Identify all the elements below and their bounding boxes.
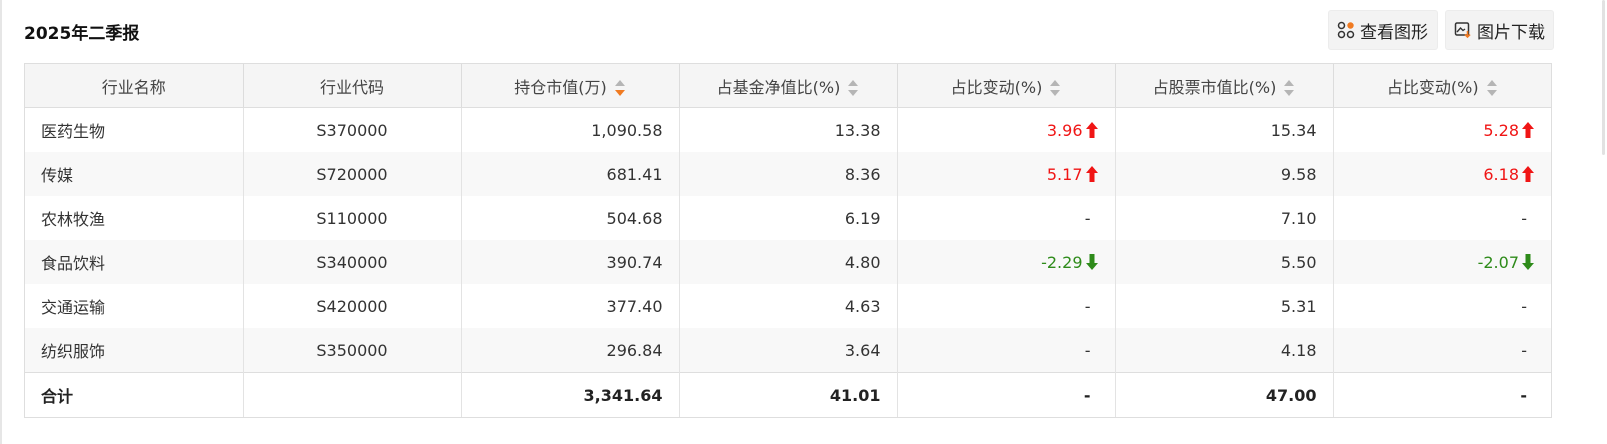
header-industry-name: 行业名称: [25, 64, 243, 108]
view-chart-button[interactable]: 查看图形: [1328, 10, 1438, 50]
left-border: [0, 0, 2, 444]
sort-icon[interactable]: [848, 80, 859, 96]
total-row: 合计 3,341.64 41.01 - 47.00 -: [25, 372, 1551, 417]
stock-change: -: [1332, 196, 1551, 240]
industry-name: 医药生物: [41, 122, 106, 141]
stock-pct: 15.34: [1114, 107, 1333, 152]
total-stock-pct: 47.00: [1114, 372, 1333, 417]
stock-change-value: 6.18: [1483, 164, 1519, 184]
industry-name: 交通运输: [41, 298, 106, 317]
nav-change-value: -: [1084, 208, 1091, 228]
sort-icon[interactable]: [1284, 80, 1295, 96]
arrow-up-icon: [1085, 165, 1098, 182]
nav-change-value: 5.17: [1046, 164, 1083, 184]
nav-pct: 8.36: [678, 152, 897, 196]
total-value: 3,341.64: [460, 372, 679, 417]
nav-change-value: -: [1084, 296, 1091, 316]
stock-change: -: [1332, 328, 1551, 373]
arrow-up-icon: [1085, 121, 1098, 138]
industry-name: 食品饮料: [25, 240, 243, 284]
table-row: 医药生物 S370000 1,090.58 13.38 3.96 15.34 5.28: [25, 107, 1551, 152]
arrow-up-icon: [1522, 165, 1534, 182]
sort-icon[interactable]: [1486, 80, 1498, 96]
download-image-button[interactable]: 图片下载: [1445, 10, 1554, 50]
stock-change: -2.07: [1332, 240, 1551, 284]
industry-code: S420000: [242, 284, 461, 328]
industry-code: S370000: [242, 107, 461, 152]
table-row: 农林牧渔 S110000 504.68 6.19 - 7.10 -: [25, 196, 1551, 240]
header-stock-change[interactable]: 占比变动(%): [1332, 64, 1551, 108]
table-row: 食品饮料 S340000 390.74 4.80 -2.29 5.50 -2.07: [25, 240, 1551, 284]
stock-change: -: [1332, 284, 1551, 328]
total-label: 合计: [25, 372, 243, 417]
table-row: 传媒 S720000 681.41 8.36 5.17 9.58 6.18: [25, 152, 1551, 196]
table-row: 交通运输 S420000 377.40 4.63 - 5.31 -: [25, 284, 1551, 328]
nav-change: 5.17: [896, 152, 1115, 196]
market-value: 377.40: [460, 284, 679, 328]
industry-code: S340000: [242, 240, 461, 284]
chart-icon: [1337, 21, 1355, 39]
industry-name: 农林牧渔: [41, 210, 106, 229]
nav-pct: 3.64: [678, 328, 897, 373]
stock-change-value: -: [1521, 296, 1527, 316]
image-download-icon: [1454, 22, 1471, 39]
market-value: 681.41: [460, 152, 679, 196]
nav-change-value: 3.96: [1046, 120, 1083, 140]
industry-holdings-table: 行业名称 行业代码 持仓市值(万) 占基金净值比(%) 占比变动(%) 占股票市…: [24, 63, 1552, 418]
nav-change: -: [896, 328, 1115, 373]
stock-pct: 7.10: [1114, 196, 1333, 240]
arrow-down-icon: [1522, 253, 1534, 270]
nav-pct: 4.63: [678, 284, 897, 328]
view-chart-label: 查看图形: [1360, 22, 1428, 43]
industry-code: S720000: [242, 152, 461, 196]
nav-change-value: -: [1084, 340, 1091, 360]
header-nav-pct[interactable]: 占基金净值比(%): [678, 64, 897, 108]
download-image-label: 图片下载: [1477, 22, 1545, 43]
total-code: [242, 372, 461, 417]
industry-name: 纺织服饰: [25, 328, 243, 373]
table-header-row: 行业名称 行业代码 持仓市值(万) 占基金净值比(%) 占比变动(%) 占股票市…: [25, 64, 1551, 108]
arrow-down-icon: [1085, 253, 1098, 270]
page-title: 2025年二季报: [24, 24, 140, 44]
stock-change: 6.18: [1332, 152, 1551, 196]
nav-change: -2.29: [896, 240, 1115, 284]
sort-icon[interactable]: [1050, 80, 1061, 96]
stock-change-value: -: [1521, 208, 1527, 228]
nav-change: 3.96: [896, 107, 1115, 152]
total-nav-pct: 41.01: [678, 372, 897, 417]
header-nav-change[interactable]: 占比变动(%): [896, 64, 1115, 108]
nav-change-value: -2.29: [1041, 252, 1083, 272]
stock-change: 5.28: [1332, 107, 1551, 152]
stock-pct: 4.18: [1114, 328, 1333, 373]
total-nav-change: -: [896, 372, 1115, 417]
nav-change: -: [896, 196, 1115, 240]
stock-pct: 5.50: [1114, 240, 1333, 284]
nav-pct: 6.19: [678, 196, 897, 240]
market-value: 296.84: [460, 328, 679, 373]
scrollbar[interactable]: [1602, 0, 1605, 155]
header-market-value[interactable]: 持仓市值(万): [460, 64, 679, 108]
nav-pct: 13.38: [678, 107, 897, 152]
industry-code: S110000: [242, 196, 461, 240]
stock-pct: 9.58: [1114, 152, 1333, 196]
table-row: 纺织服饰 S350000 296.84 3.64 - 4.18 -: [25, 328, 1551, 373]
header-industry-code: 行业代码: [242, 64, 461, 108]
market-value: 1,090.58: [460, 107, 679, 152]
market-value: 504.68: [460, 196, 679, 240]
stock-pct: 5.31: [1114, 284, 1333, 328]
industry-code: S350000: [242, 328, 461, 373]
total-stock-change: -: [1332, 372, 1551, 417]
sort-icon-active[interactable]: [614, 80, 626, 96]
stock-change-value: 5.28: [1483, 120, 1519, 140]
nav-change: -: [896, 284, 1115, 328]
arrow-up-icon: [1522, 121, 1534, 138]
market-value: 390.74: [460, 240, 679, 284]
header-stock-pct[interactable]: 占股票市值比(%): [1114, 64, 1333, 108]
industry-name: 传媒: [25, 152, 243, 196]
nav-pct: 4.80: [678, 240, 897, 284]
stock-change-value: -2.07: [1477, 252, 1519, 272]
stock-change-value: -: [1521, 340, 1527, 360]
